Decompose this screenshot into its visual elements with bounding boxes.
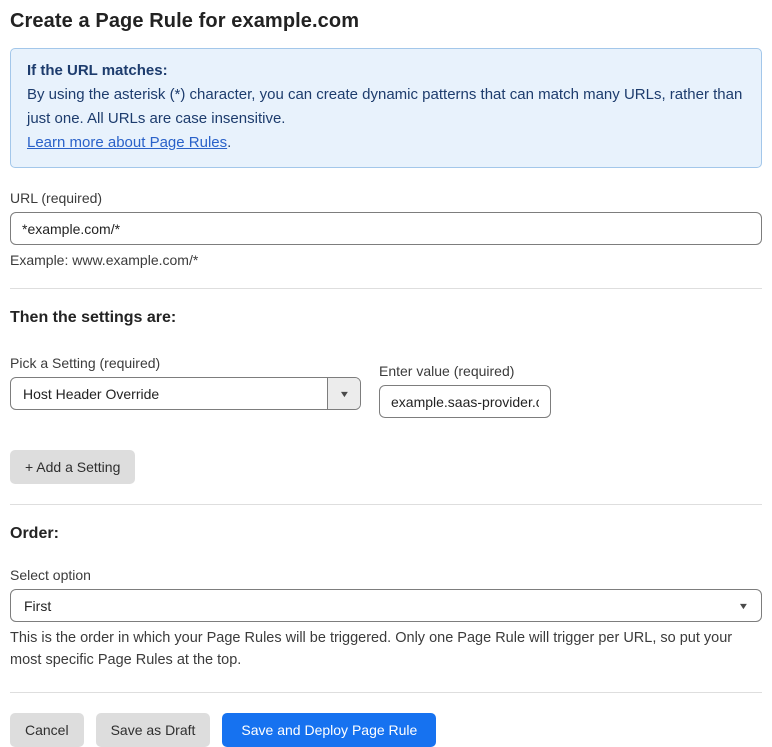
- enter-value-block: Enter value (required): [379, 363, 551, 418]
- setting-dropdown-button[interactable]: ▼: [327, 378, 360, 409]
- order-select-label: Select option: [10, 567, 91, 583]
- cancel-button[interactable]: Cancel: [10, 712, 84, 747]
- order-select-value: First: [24, 597, 52, 614]
- order-helper-text: This is the order in which your Page Rul…: [10, 630, 733, 668]
- save-as-draft-button[interactable]: Save as Draft: [95, 712, 211, 747]
- link-suffix: .: [227, 134, 232, 151]
- chevron-down-icon: ▼: [338, 388, 350, 399]
- url-match-info-box: If the URL matches: By using the asteris…: [10, 48, 762, 168]
- url-helper-text: Example: www.example.com/*: [10, 252, 199, 268]
- url-input[interactable]: [10, 212, 762, 245]
- divider: [10, 504, 762, 505]
- divider: [10, 691, 762, 693]
- url-field-block: URL (required) Example: www.example.com/…: [10, 190, 762, 268]
- order-section-heading: Order:: [10, 525, 59, 542]
- page-rule-form: Create a Page Rule for example.com If th…: [0, 0, 772, 747]
- learn-more-link[interactable]: Learn more about Page Rules: [27, 134, 227, 151]
- settings-section-heading: Then the settings are:: [10, 309, 177, 326]
- enter-value-label: Enter value (required): [379, 363, 515, 379]
- pick-setting-block: Pick a Setting (required) Host Header Ov…: [10, 355, 361, 418]
- setting-dropdown[interactable]: Host Header Override ▼: [10, 377, 361, 410]
- info-box-heading: If the URL matches:: [27, 62, 168, 79]
- add-setting-button[interactable]: + Add a Setting: [10, 450, 136, 484]
- pick-setting-label: Pick a Setting (required): [10, 355, 161, 371]
- form-actions: Cancel Save as Draft Save and Deploy Pag…: [10, 712, 762, 747]
- info-box-body: By using the asterisk (*) character, you…: [27, 86, 743, 127]
- setting-dropdown-value: Host Header Override: [23, 385, 160, 402]
- save-and-deploy-button[interactable]: Save and Deploy Page Rule: [222, 712, 437, 747]
- url-field-label: URL (required): [10, 190, 103, 206]
- order-select[interactable]: First ▼: [10, 589, 762, 622]
- settings-row: Pick a Setting (required) Host Header Ov…: [10, 355, 762, 418]
- chevron-down-icon: ▼: [737, 600, 750, 611]
- page-title: Create a Page Rule for example.com: [10, 10, 360, 32]
- divider: [10, 288, 762, 289]
- info-box-link-line: Learn more about Page Rules.: [27, 131, 745, 155]
- setting-value-input[interactable]: [379, 385, 551, 418]
